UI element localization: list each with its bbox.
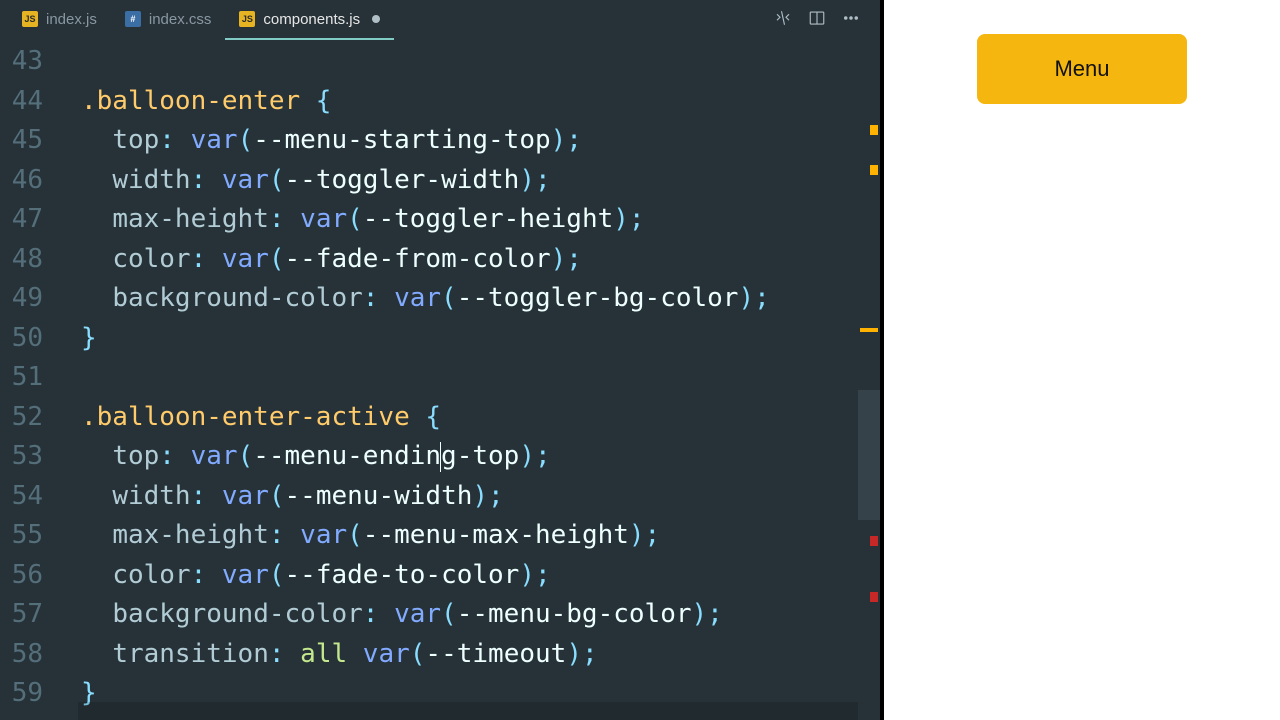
line-number: 56 [0, 556, 43, 596]
line-number: 53 [0, 437, 43, 477]
tab-index-js[interactable]: JS index.js [8, 0, 111, 40]
tab-label: components.js [263, 11, 360, 28]
code-line[interactable]: } [55, 319, 880, 359]
text-cursor [440, 442, 441, 472]
editor-pane: JS index.js # index.css JS components.js [0, 0, 880, 720]
line-number: 47 [0, 200, 43, 240]
code-line[interactable]: .balloon-enter { [55, 82, 880, 122]
tab-label: index.js [46, 11, 97, 28]
tab-bar-actions [774, 9, 872, 32]
line-number-gutter: 4344454647484950515253545556575859 [0, 40, 55, 720]
code-content[interactable]: .balloon-enter { top: var(--menu-startin… [55, 40, 880, 720]
code-line[interactable]: .balloon-enter-active { [55, 398, 880, 438]
tab-label: index.css [149, 11, 212, 28]
horizontal-scrollbar[interactable] [78, 702, 858, 720]
code-line[interactable]: max-height: var(--toggler-height); [55, 200, 880, 240]
code-line[interactable]: color: var(--fade-to-color); [55, 556, 880, 596]
code-line[interactable]: top: var(--menu-ending-top); [55, 437, 880, 477]
line-number: 52 [0, 398, 43, 438]
code-line[interactable]: width: var(--menu-width); [55, 477, 880, 517]
line-number: 50 [0, 319, 43, 359]
line-number: 57 [0, 595, 43, 635]
overview-marker [870, 165, 878, 175]
tab-bar: JS index.js # index.css JS components.js [0, 0, 880, 40]
code-line[interactable]: transition: all var(--timeout); [55, 635, 880, 675]
line-number: 54 [0, 477, 43, 517]
code-line[interactable]: max-height: var(--menu-max-height); [55, 516, 880, 556]
overview-marker [860, 328, 878, 332]
line-number: 46 [0, 161, 43, 201]
code-line[interactable]: background-color: var(--menu-bg-color); [55, 595, 880, 635]
line-number: 59 [0, 674, 43, 714]
js-file-icon: JS [239, 11, 255, 27]
line-number: 58 [0, 635, 43, 675]
code-line[interactable] [55, 42, 880, 82]
line-number: 49 [0, 279, 43, 319]
overview-marker [870, 592, 878, 602]
split-editor-icon[interactable] [808, 9, 826, 32]
overview-marker [870, 125, 878, 135]
code-line[interactable] [55, 358, 880, 398]
tab-components-js[interactable]: JS components.js [225, 0, 394, 40]
code-editor[interactable]: 4344454647484950515253545556575859 .ball… [0, 40, 880, 720]
js-file-icon: JS [22, 11, 38, 27]
code-line[interactable]: color: var(--fade-from-color); [55, 240, 880, 280]
line-number: 43 [0, 42, 43, 82]
tab-index-css[interactable]: # index.css [111, 0, 226, 40]
compare-changes-icon[interactable] [774, 9, 792, 32]
code-line[interactable]: top: var(--menu-starting-top); [55, 121, 880, 161]
more-actions-icon[interactable] [842, 9, 860, 32]
line-number: 51 [0, 358, 43, 398]
line-number: 48 [0, 240, 43, 280]
code-line[interactable]: width: var(--toggler-width); [55, 161, 880, 201]
overview-ruler[interactable] [858, 80, 880, 720]
menu-button[interactable]: Menu [977, 34, 1187, 104]
menu-button-label: Menu [1054, 56, 1109, 82]
overview-viewport[interactable] [858, 390, 880, 520]
overview-marker [870, 536, 878, 546]
css-file-icon: # [125, 11, 141, 27]
code-line[interactable]: background-color: var(--toggler-bg-color… [55, 279, 880, 319]
preview-pane: Menu [884, 0, 1280, 720]
line-number: 45 [0, 121, 43, 161]
dirty-indicator-icon [372, 15, 380, 23]
line-number: 55 [0, 516, 43, 556]
line-number: 44 [0, 82, 43, 122]
